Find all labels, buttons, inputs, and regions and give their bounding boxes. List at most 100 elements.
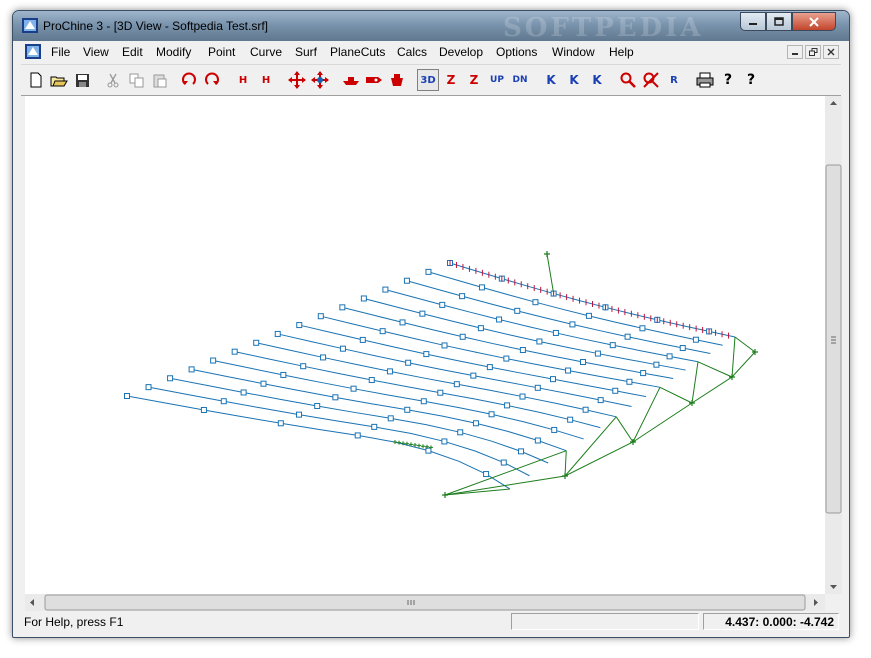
control-point — [437, 389, 444, 396]
close-button[interactable] — [792, 12, 836, 31]
control-point — [403, 277, 410, 284]
move-button[interactable] — [286, 69, 308, 91]
menu-calcs[interactable]: Calcs — [397, 45, 427, 59]
control-point — [371, 423, 378, 430]
move-points-button[interactable] — [309, 69, 331, 91]
zoom-out-button[interactable] — [640, 69, 662, 91]
control-point — [274, 330, 281, 337]
menu-surf[interactable]: Surf — [295, 45, 317, 59]
new-icon — [30, 72, 42, 88]
control-point — [653, 361, 660, 368]
control-point — [124, 393, 130, 399]
rotate-z-button[interactable]: Z — [463, 69, 485, 91]
copy-button[interactable] — [125, 69, 147, 91]
viewport-3d[interactable] — [25, 96, 825, 594]
status-panel — [511, 613, 699, 630]
control-point — [210, 357, 217, 364]
mdi-restore-button[interactable] — [805, 45, 821, 59]
client-area: File View Edit Modify Point Curve Surf P… — [21, 41, 842, 631]
scroll-right-icon[interactable] — [814, 599, 818, 606]
help-button[interactable]: ? — [717, 69, 739, 91]
vertical-scrollbar[interactable] — [825, 96, 842, 594]
down-icon: DN — [512, 75, 528, 85]
open-button[interactable] — [48, 69, 70, 91]
mesh-row-line — [342, 306, 674, 379]
control-point — [314, 402, 321, 409]
mesh-row-line — [406, 280, 711, 355]
menu-curve[interactable]: Curve — [250, 45, 282, 59]
status-bar: For Help, press F1 4.437: 0.000: -4.742 — [21, 613, 841, 631]
control-point — [582, 406, 589, 413]
menu-modify[interactable]: Modify — [156, 45, 191, 59]
maximize-button[interactable] — [766, 12, 792, 31]
menu-help[interactable]: Help — [609, 45, 634, 59]
control-point — [453, 381, 460, 388]
top-view-button[interactable] — [340, 69, 362, 91]
k-up-button[interactable]: K — [563, 69, 585, 91]
surface-mesh[interactable] — [25, 96, 825, 594]
menu-planecuts[interactable]: PlaneCuts — [330, 45, 385, 59]
unhide-button[interactable]: H — [255, 69, 277, 91]
paste-icon — [153, 74, 166, 87]
control-point — [359, 336, 366, 343]
control-point — [459, 293, 466, 300]
zoom-fit-icon: R — [670, 74, 678, 86]
scroll-down-icon[interactable] — [830, 585, 837, 589]
print-button[interactable] — [694, 69, 716, 91]
construction-line — [564, 450, 567, 477]
menu-bar: File View Edit Modify Point Curve Surf P… — [21, 41, 841, 63]
up-button[interactable]: UP — [486, 69, 508, 91]
copy-icon — [129, 73, 143, 87]
k-down-button[interactable]: K — [586, 69, 608, 91]
control-point — [565, 367, 572, 374]
document-icon[interactable] — [25, 44, 41, 59]
menu-view[interactable]: View — [83, 45, 109, 59]
mdi-minimize-button[interactable] — [787, 45, 803, 59]
menu-file[interactable]: File — [51, 45, 70, 59]
up-icon: UP — [490, 75, 504, 85]
control-point — [551, 426, 558, 433]
zoom-button[interactable] — [617, 69, 639, 91]
app-icon[interactable] — [22, 18, 38, 33]
control-point — [145, 384, 152, 391]
menu-options[interactable]: Options — [496, 45, 537, 59]
menu-develop[interactable]: Develop — [439, 45, 483, 59]
minimize-button[interactable] — [740, 12, 766, 31]
control-point — [354, 432, 361, 439]
view-3d-button[interactable]: 3D — [417, 69, 439, 91]
k-button[interactable]: K — [540, 69, 562, 91]
mdi-close-button[interactable] — [823, 45, 839, 59]
scroll-left-icon[interactable] — [30, 599, 34, 606]
save-button[interactable] — [71, 69, 93, 91]
control-point — [552, 329, 559, 336]
new-button[interactable] — [25, 69, 47, 91]
redo-button[interactable] — [201, 69, 223, 91]
horizontal-scroll-thumb[interactable] — [44, 594, 806, 611]
control-point — [624, 333, 631, 340]
cut-button[interactable] — [102, 69, 124, 91]
hide-button[interactable]: H — [232, 69, 254, 91]
menu-edit[interactable]: Edit — [122, 45, 143, 59]
zoom-fit-button[interactable]: R — [663, 69, 685, 91]
control-point — [477, 325, 484, 332]
front-view-button[interactable] — [386, 69, 408, 91]
rotate-button[interactable]: Z — [440, 69, 462, 91]
control-point — [332, 394, 339, 401]
context-help-button[interactable]: ? — [740, 69, 762, 91]
side-view-button[interactable] — [363, 69, 385, 91]
construction-line — [546, 253, 555, 294]
menu-window[interactable]: Window — [552, 45, 595, 59]
title-bar[interactable]: ProChine 3 - [3D View - Softpedia Test.s… — [13, 11, 849, 43]
down-button[interactable]: DN — [509, 69, 531, 91]
control-point — [666, 353, 673, 360]
control-point — [640, 370, 647, 377]
horizontal-scrollbar[interactable] — [25, 594, 825, 611]
menu-point[interactable]: Point — [208, 45, 235, 59]
help-icon: ? — [723, 72, 733, 88]
control-point — [486, 364, 493, 371]
scroll-up-icon[interactable] — [830, 101, 837, 105]
undo-button[interactable] — [178, 69, 200, 91]
vertical-scroll-thumb[interactable] — [825, 164, 842, 514]
paste-button[interactable] — [148, 69, 170, 91]
control-point — [536, 338, 543, 345]
